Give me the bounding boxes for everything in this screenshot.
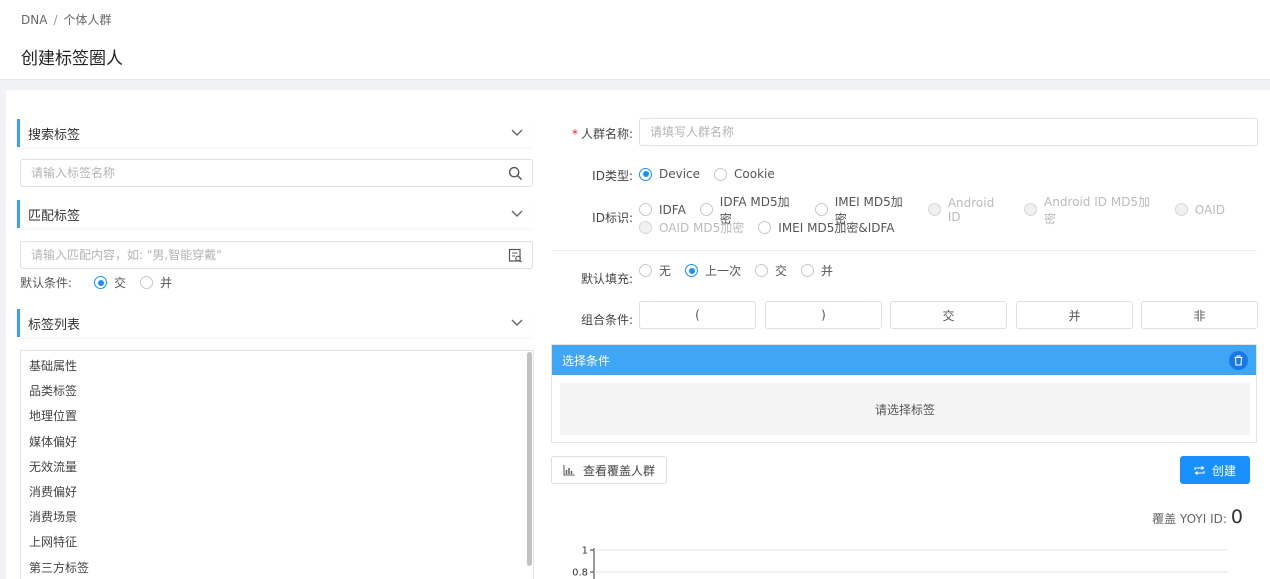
match-tag-input[interactable] [21,242,501,268]
match-tag-section-title: 匹配标签 [28,208,81,224]
default-fill-none-radio[interactable]: 无 [639,262,671,279]
coverage-label: 覆盖 YOYI ID: [1152,512,1227,526]
coverage-readout: 覆盖 YOYI ID: 0 [1152,506,1243,528]
id-mark-android-id-md5-radio: Android ID MD5加密 [1024,193,1161,227]
breadcrumb-root[interactable]: DNA [21,13,47,27]
chevron-down-icon[interactable] [509,315,525,331]
search-list-icon[interactable] [508,248,523,263]
crowd-name-input-box [639,118,1258,146]
match-tag-input-box [20,241,533,269]
id-mark-imei-md5-idfa-radio[interactable]: IMEI MD5加密&IDFA [758,219,895,236]
crowd-name-input[interactable] [640,119,1240,145]
id-type-device-radio[interactable]: Device [639,167,700,181]
breadcrumb: DNA / 个体人群 [21,11,112,28]
tag-list-item[interactable]: 地理位置 [21,404,533,429]
tag-list-section-header[interactable]: 标签列表 [17,309,533,337]
id-mark-oaid-md5-radio: OAID MD5加密 [639,219,744,236]
combo-and-button[interactable]: 交 [890,301,1007,329]
default-fill-last-radio[interactable]: 上一次 [685,262,741,279]
search-tag-section-title: 搜索标签 [28,127,81,143]
id-mark-idfa-radio[interactable]: IDFA [639,203,686,217]
form-divider [552,250,1257,251]
tag-list-section-title: 标签列表 [28,317,81,333]
tag-list-item[interactable]: 消费偏好 [21,480,533,505]
tag-list-scrollbar[interactable] [527,352,532,566]
chart-y-tick-label: 1 [582,546,588,557]
default-condition-label: 默认条件: [20,276,73,290]
combo-open-paren-button[interactable]: ( [639,301,756,329]
id-mark-label: ID标识: [592,211,633,225]
default-fill-or-radio[interactable]: 并 [801,262,833,279]
default-fill-label: 默认填充: [580,272,633,286]
breadcrumb-current: 个体人群 [63,13,112,27]
breadcrumb-separator: / [53,13,58,27]
id-mark-oaid-radio: OAID [1174,203,1225,217]
bar-chart-icon [563,464,575,476]
default-condition-and-radio[interactable]: 交 [94,274,126,291]
default-fill-and-radio[interactable]: 交 [755,262,787,279]
search-tag-input-box [20,159,533,187]
page-title: 创建标签圈人 [21,49,123,69]
default-condition-row: 默认条件: 交 并 [20,274,186,291]
tag-list: 基础属性 品类标签 地理位置 媒体偏好 无效流量 消费偏好 消费场景 上网特征 … [20,350,534,579]
trash-icon[interactable] [1229,351,1248,370]
chart-y-tick-label: 0.8 [572,568,588,579]
selected-conditions-header: 选择条件 [552,345,1256,375]
selected-conditions-empty: 请选择标签 [560,383,1250,435]
search-tag-section-header[interactable]: 搜索标签 [17,119,533,147]
tag-list-item[interactable]: 无效流量 [21,455,533,480]
swap-icon [1194,465,1205,475]
coverage-chart: 10.8 [572,546,1228,579]
match-tag-section-header[interactable]: 匹配标签 [17,200,533,228]
combo-or-button[interactable]: 并 [1016,301,1133,329]
combo-condition-label: 组合条件: [580,313,633,327]
default-condition-or-radio[interactable]: 并 [140,274,172,291]
selected-conditions-title: 选择条件 [562,353,611,368]
id-mark-radio-group: IDFA IDFA MD5加密 IMEI MD5加密 Android ID An… [639,195,1239,236]
combo-not-button[interactable]: 非 [1141,301,1258,329]
search-tag-input[interactable] [21,160,501,186]
id-type-label: ID类型: [592,169,633,183]
chevron-down-icon[interactable] [509,125,525,141]
create-button[interactable]: 创建 [1180,456,1250,484]
selected-conditions-panel: 选择条件 请选择标签 [551,344,1257,443]
tag-list-item[interactable]: 品类标签 [21,379,533,404]
id-type-radio-group: Device Cookie [639,167,789,181]
view-coverage-button[interactable]: 查看覆盖人群 [551,456,667,484]
crowd-name-label: * 人群名称: [571,127,633,141]
tag-list-item[interactable]: 基础属性 [21,354,533,379]
search-icon[interactable] [508,166,523,181]
id-type-cookie-radio[interactable]: Cookie [714,167,775,181]
id-mark-android-id-radio: Android ID [927,196,1010,224]
chevron-down-icon[interactable] [509,206,525,222]
tag-list-item[interactable]: 媒体偏好 [21,430,533,455]
coverage-value: 0 [1230,506,1243,528]
tag-list-item[interactable]: 消费场景 [21,505,533,530]
page-header: DNA / 个体人群 创建标签圈人 [0,0,1270,80]
default-fill-radio-group: 无 上一次 交 并 [639,262,847,279]
tag-list-item[interactable]: 第三方标签 [21,556,533,579]
combo-close-paren-button[interactable]: ) [765,301,882,329]
tag-list-item[interactable]: 上网特征 [21,530,533,555]
